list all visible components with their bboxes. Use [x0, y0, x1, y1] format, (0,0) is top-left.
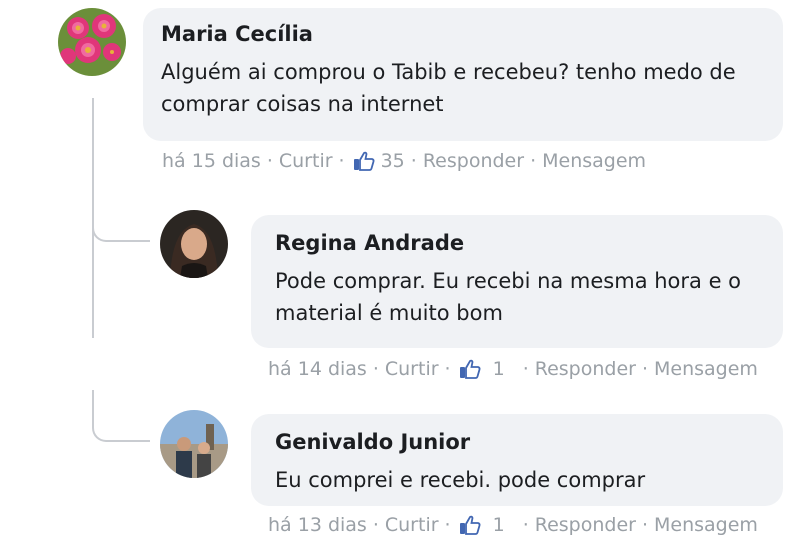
comment-bubble-2: Regina Andrade Pode comprar. Eu recebi n… — [251, 215, 783, 348]
comment-time[interactable]: há 15 dias — [162, 150, 261, 172]
comment-author[interactable]: Maria Cecília — [161, 22, 765, 46]
reply-link[interactable]: Responder — [535, 514, 636, 536]
comment-actions-2: há 14 dias · Curtir · 1 · Responder · Me… — [268, 358, 758, 380]
comment-bubble-1: Maria Cecília Alguém ai comprou o Tabib … — [143, 8, 783, 141]
separator: · — [444, 514, 451, 536]
flower-avatar-image — [58, 8, 126, 76]
comment-time[interactable]: há 13 dias — [268, 514, 367, 536]
thumbs-up-icon[interactable] — [353, 151, 375, 171]
comment-actions-1: há 15 dias · Curtir · 35 · Responder · M… — [162, 150, 646, 172]
separator: · — [641, 514, 649, 536]
portrait-avatar-image — [160, 210, 228, 278]
thumbs-up-icon[interactable] — [459, 359, 481, 379]
separator: · — [530, 150, 537, 172]
like-count: 1 — [492, 514, 505, 536]
separator: · — [444, 358, 451, 380]
like-link[interactable]: Curtir — [385, 514, 439, 536]
like-link[interactable]: Curtir — [385, 358, 439, 380]
reply-link[interactable]: Responder — [535, 358, 636, 380]
comment-author[interactable]: Regina Andrade — [275, 231, 759, 255]
comment-bubble-3: Genivaldo Junior Eu comprei e recebi. po… — [251, 414, 783, 506]
comment-author[interactable]: Genivaldo Junior — [275, 430, 759, 454]
avatar-genivaldo-junior[interactable] — [160, 410, 228, 478]
avatar-maria-cecilia[interactable] — [58, 8, 126, 76]
separator: · — [641, 358, 649, 380]
separator: · — [266, 150, 273, 172]
separator: · — [522, 514, 529, 536]
message-link[interactable]: Mensagem — [542, 150, 646, 172]
reply-link[interactable]: Responder — [423, 150, 524, 172]
message-link[interactable]: Mensagem — [654, 514, 758, 536]
like-count: 1 — [492, 358, 505, 380]
separator: · — [372, 358, 379, 380]
comment-text: Pode comprar. Eu recebi na mesma hora e … — [275, 269, 742, 325]
comment-text: Alguém ai comprou o Tabib e recebeu? ten… — [161, 60, 736, 116]
separator: · — [372, 514, 379, 536]
thumbs-up-icon[interactable] — [459, 515, 481, 535]
message-link[interactable]: Mensagem — [654, 358, 758, 380]
group-photo-avatar-image — [160, 410, 228, 478]
comment-actions-3: há 13 dias · Curtir · 1 · Responder · Me… — [268, 514, 758, 536]
like-link[interactable]: Curtir — [279, 150, 333, 172]
comment-time[interactable]: há 14 dias — [268, 358, 367, 380]
reply-connector-1 — [92, 200, 150, 242]
avatar-regina-andrade[interactable] — [160, 210, 228, 278]
separator: · — [338, 150, 345, 172]
separator: · — [410, 150, 417, 172]
separator: · — [522, 358, 529, 380]
reply-connector-2 — [92, 390, 150, 442]
like-count: 35 — [380, 150, 405, 172]
comment-text: Eu comprei e recebi. pode comprar — [275, 468, 646, 492]
